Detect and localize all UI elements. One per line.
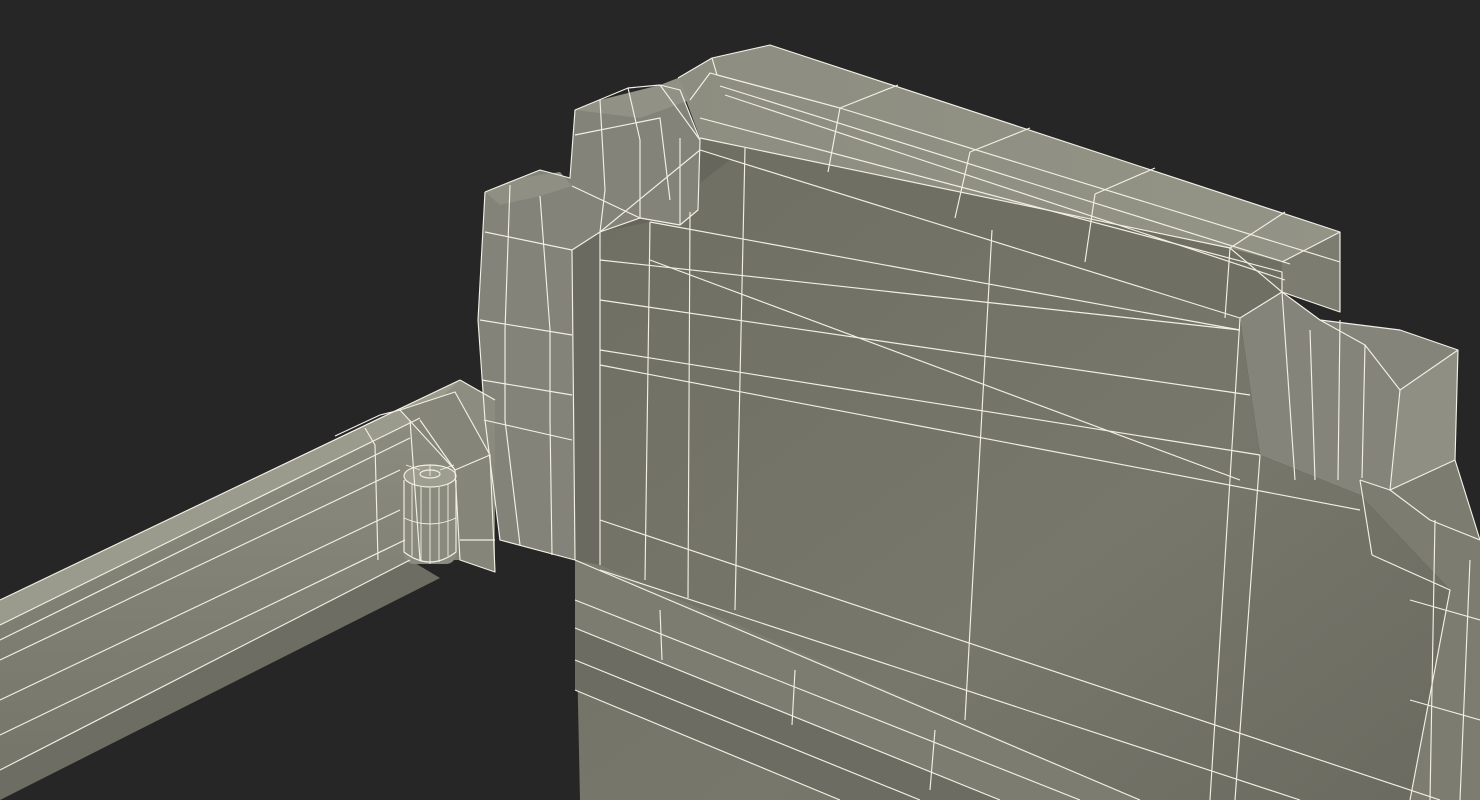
wireframe-render: [0, 44, 1480, 800]
bed-side-rail: [0, 380, 495, 800]
